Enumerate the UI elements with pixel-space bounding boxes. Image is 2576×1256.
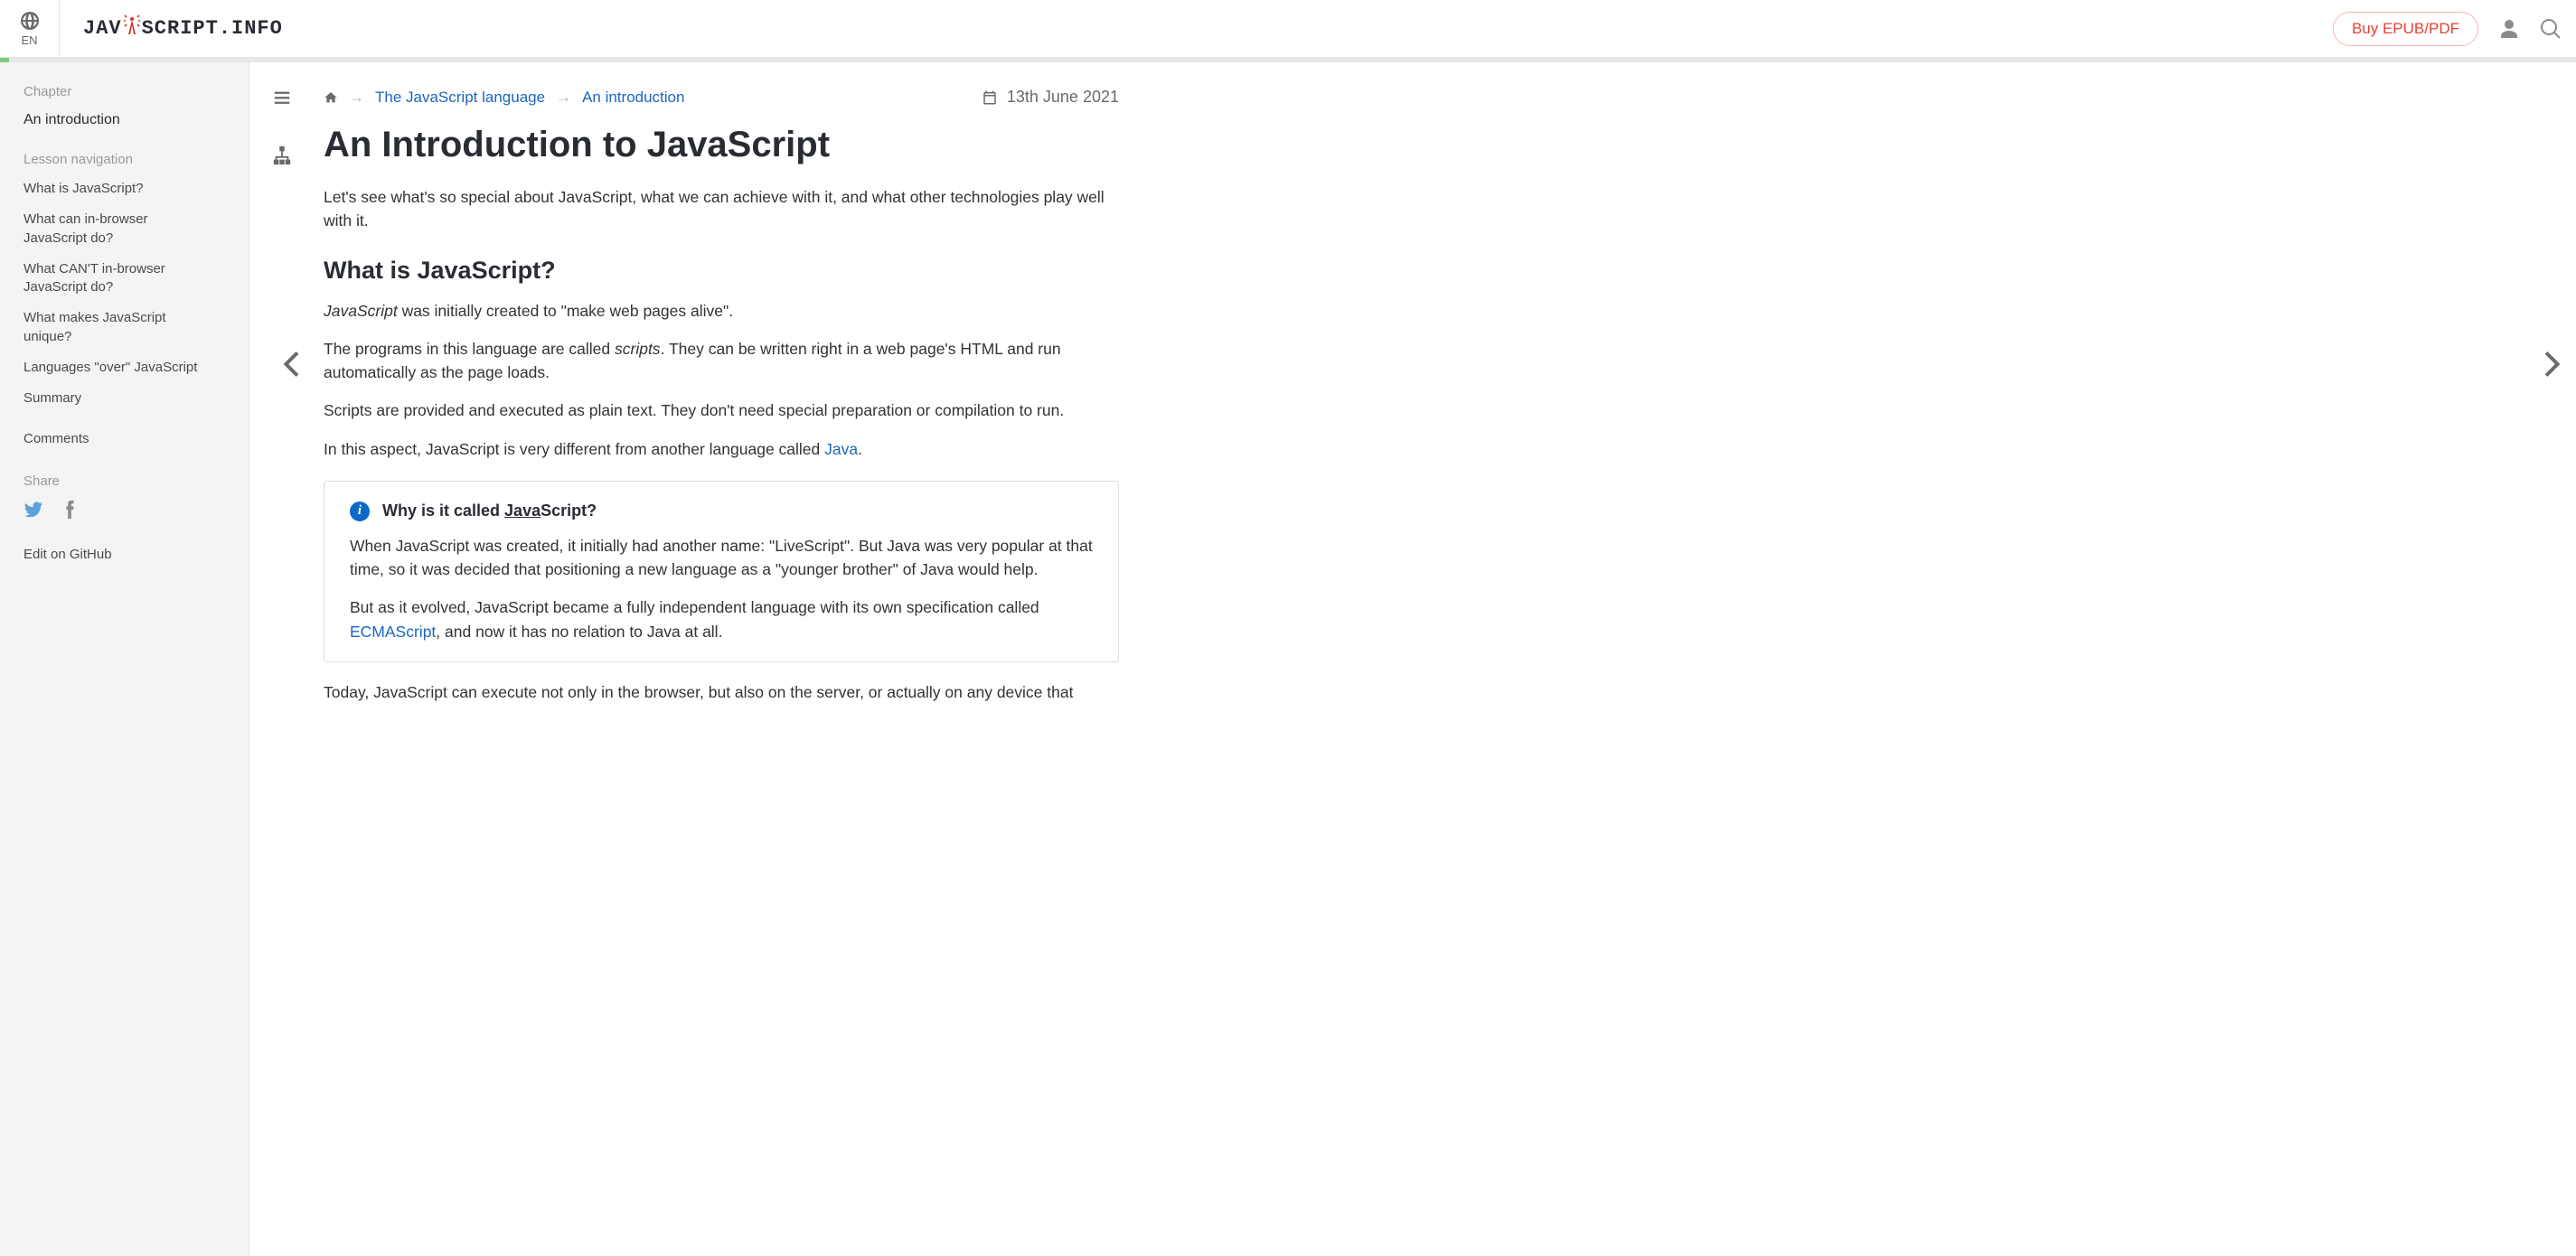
menu-icon[interactable] — [272, 88, 292, 108]
site-logo[interactable]: JAV SCRIPT.INFO — [83, 15, 283, 42]
publish-date: 13th June 2021 — [982, 88, 1119, 107]
info-icon: i — [350, 501, 370, 521]
callout-title: Why is it called JavaScript? — [382, 501, 597, 520]
sidebar: Chapter An introduction Lesson navigatio… — [0, 62, 249, 1256]
lesson-nav-item[interactable]: Summary — [24, 389, 213, 408]
body-paragraph: In this aspect, JavaScript is very diffe… — [324, 437, 1119, 461]
lesson-nav-item[interactable]: What can in-browser JavaScript do? — [24, 211, 213, 248]
sitemap-icon[interactable] — [272, 145, 292, 165]
body-paragraph: The programs in this language are called… — [324, 337, 1119, 385]
body-paragraph: Today, JavaScript can execute not only i… — [324, 680, 1119, 704]
callout-paragraph: When JavaScript was created, it initiall… — [350, 534, 1093, 582]
body-text: The programs in this language are called — [324, 340, 615, 358]
body-text: In this aspect, JavaScript is very diffe… — [324, 440, 824, 458]
body-paragraph: JavaScript was initially created to "mak… — [324, 299, 1119, 323]
left-rail — [249, 62, 315, 1256]
home-icon[interactable] — [324, 90, 338, 105]
calendar-icon — [982, 89, 998, 106]
body-text: was initially created to "make web pages… — [398, 302, 733, 320]
edit-on-github-link[interactable]: Edit on GitHub — [24, 547, 225, 562]
lesson-nav-list: What is JavaScript? What can in-browser … — [24, 180, 225, 408]
logo-text-right: SCRIPT.INFO — [142, 17, 283, 40]
breadcrumb: → The JavaScript language → An introduct… — [324, 89, 684, 107]
breadcrumb-separator: → — [556, 89, 571, 107]
body-text: . — [858, 440, 862, 458]
logo-text-left: JAV — [83, 17, 122, 40]
lesson-nav-item[interactable]: What CAN'T in-browser JavaScript do? — [24, 260, 213, 297]
language-code: EN — [21, 33, 37, 47]
logo-tower-icon — [124, 14, 140, 41]
site-header: EN JAV SCRIPT.INFO Buy EPUB/PDF — [0, 0, 2576, 58]
body-paragraph: Scripts are provided and executed as pla… — [324, 398, 1119, 422]
callout-title-text: Script? — [541, 501, 597, 520]
breadcrumb-separator: → — [349, 89, 364, 107]
java-link[interactable]: Java — [824, 440, 858, 458]
share-icons — [24, 500, 225, 520]
sidebar-chapter-link[interactable]: An introduction — [24, 112, 225, 128]
buy-button[interactable]: Buy EPUB/PDF — [2333, 12, 2478, 46]
callout-paragraph: But as it evolved, JavaScript became a f… — [350, 595, 1093, 643]
profile-icon[interactable] — [2498, 18, 2520, 40]
em-text: scripts — [615, 340, 661, 358]
em-text: JavaScript — [324, 302, 398, 320]
sidebar-chapter-label: Chapter — [24, 84, 225, 99]
prev-page-button[interactable] — [282, 351, 300, 381]
search-icon[interactable] — [2540, 18, 2562, 40]
sidebar-share-label: Share — [24, 473, 225, 489]
intro-paragraph: Let's see what's so special about JavaSc… — [324, 185, 1119, 233]
lesson-nav-item[interactable]: Languages "over" JavaScript — [24, 359, 213, 377]
lesson-nav-item[interactable]: What is JavaScript? — [24, 180, 213, 198]
breadcrumb-current[interactable]: An introduction — [582, 89, 684, 107]
sidebar-lesson-nav-label: Lesson navigation — [24, 152, 225, 167]
sidebar-comments-link[interactable]: Comments — [24, 431, 225, 446]
callout-title-text: Why is it called — [382, 501, 504, 520]
publish-date-text: 13th June 2021 — [1007, 88, 1119, 107]
content-area: → The JavaScript language → An introduct… — [315, 62, 2576, 1256]
lesson-nav-item[interactable]: What makes JavaScript unique? — [24, 309, 213, 346]
callout-title-underline: Java — [504, 501, 541, 520]
next-page-button[interactable] — [2543, 351, 2562, 381]
breadcrumb-root[interactable]: The JavaScript language — [375, 89, 545, 107]
body-text: But as it evolved, JavaScript became a f… — [350, 598, 1039, 616]
ecmascript-link[interactable]: ECMAScript — [350, 623, 436, 641]
section-heading: What is JavaScript? — [324, 257, 1119, 285]
language-switcher[interactable]: EN — [0, 0, 60, 58]
facebook-icon[interactable] — [63, 500, 76, 520]
info-callout: i Why is it called JavaScript? When Java… — [324, 481, 1119, 662]
twitter-icon[interactable] — [24, 500, 43, 520]
page-title: An Introduction to JavaScript — [324, 125, 1119, 165]
globe-icon — [19, 10, 41, 32]
body-text: , and now it has no relation to Java at … — [436, 623, 722, 641]
